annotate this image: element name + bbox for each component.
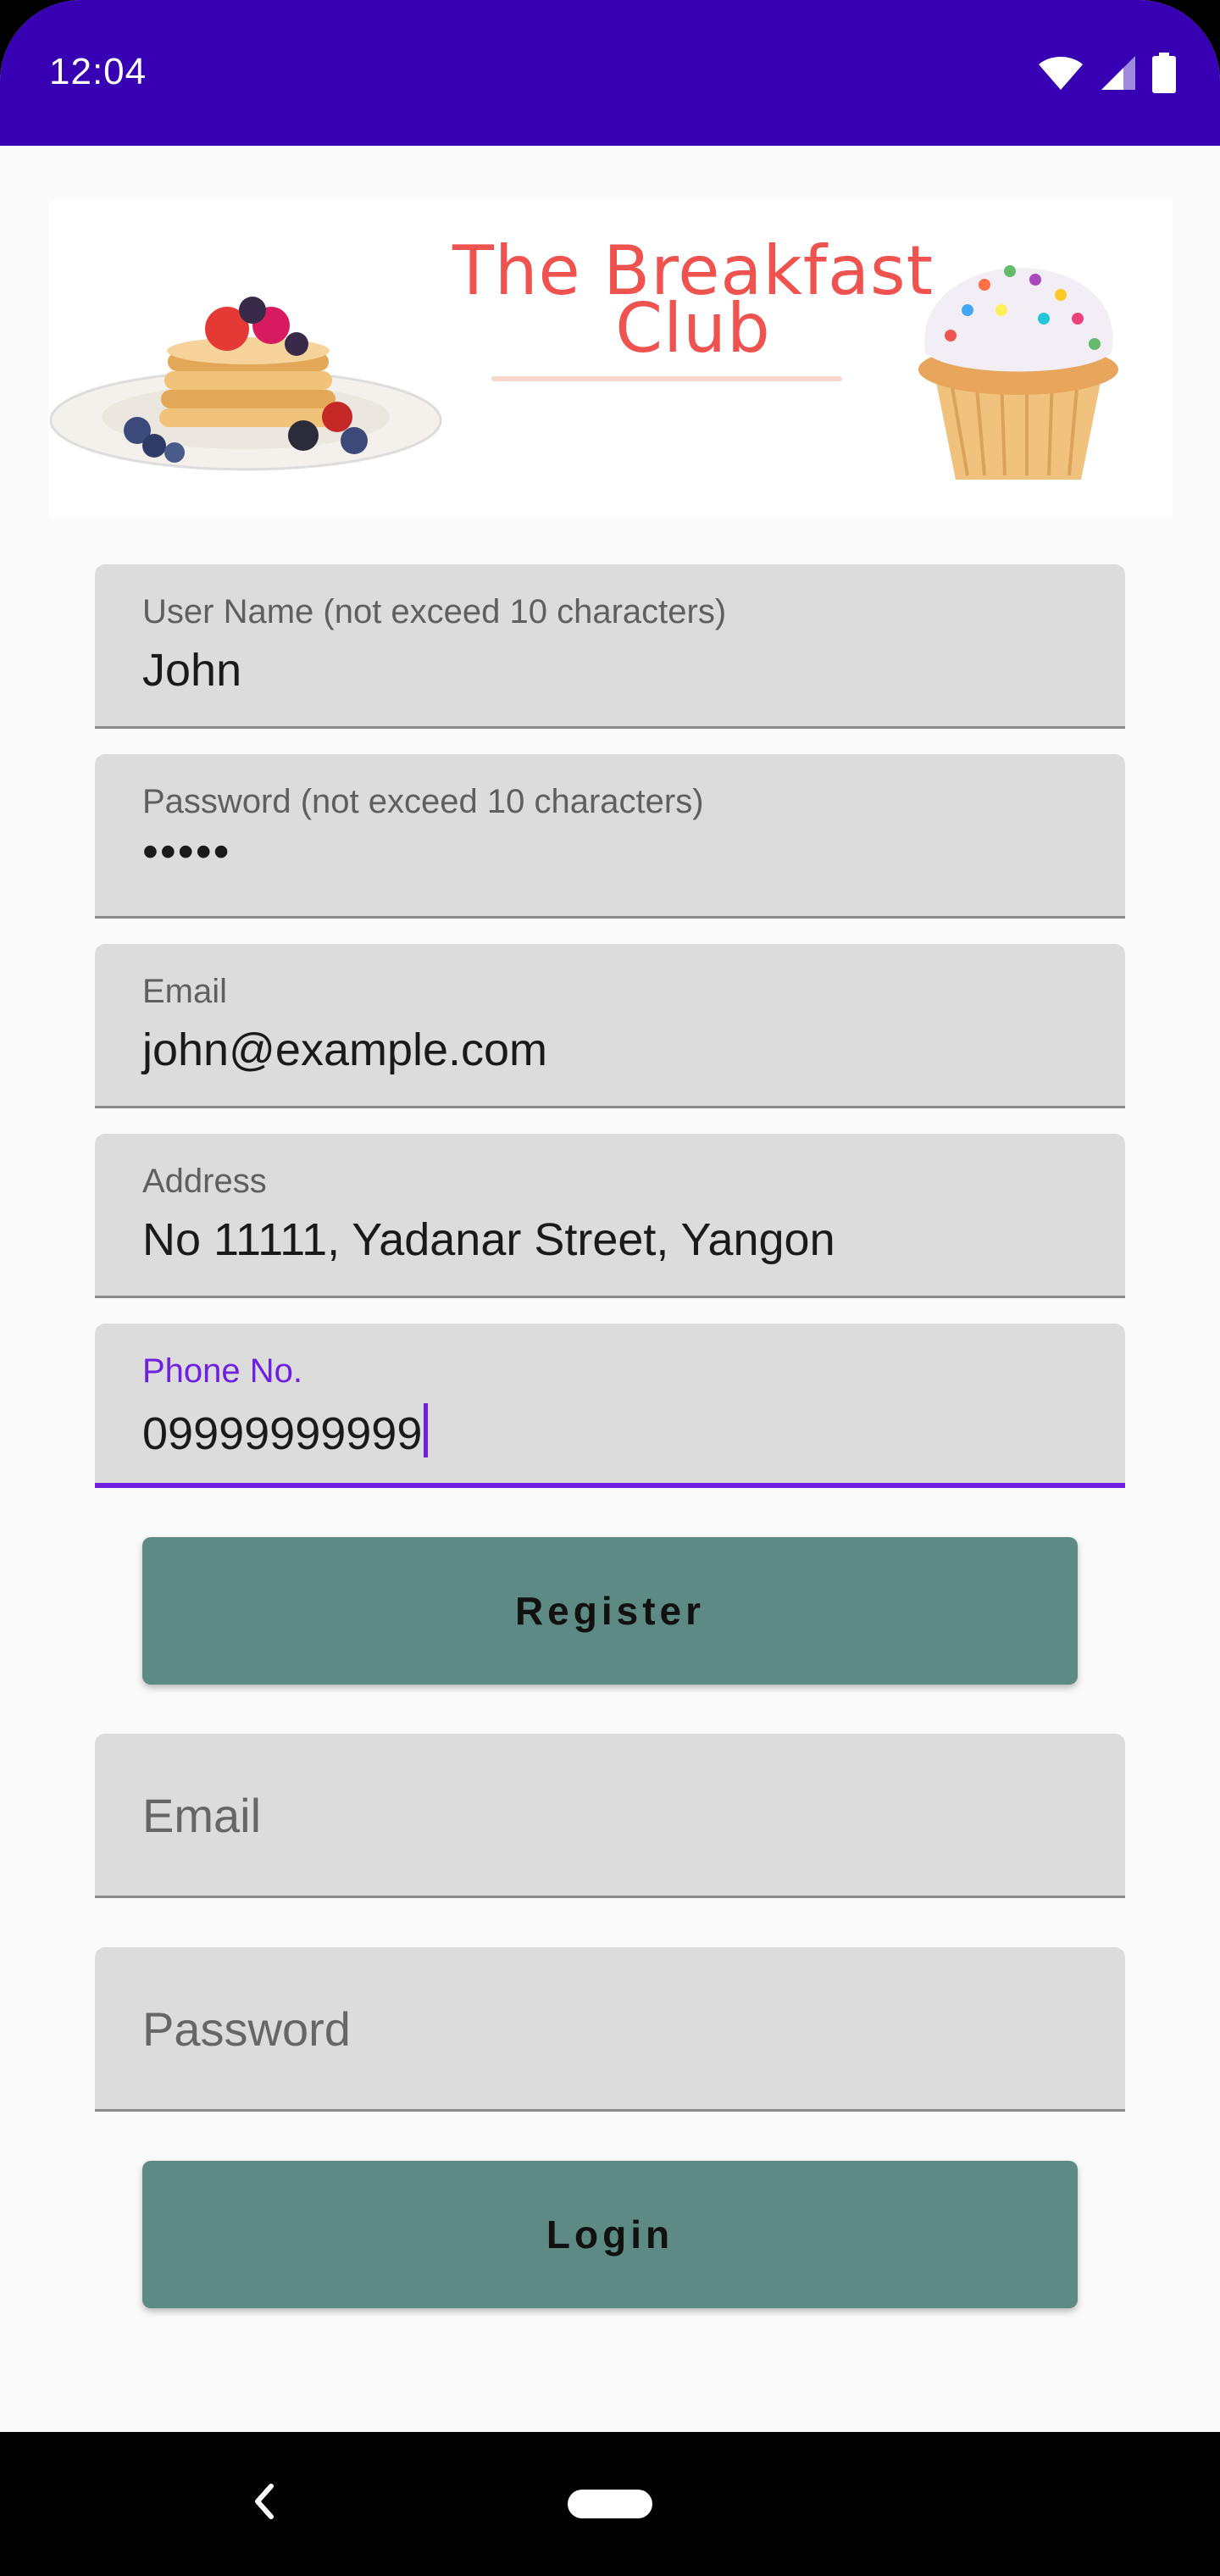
email-label: Email — [142, 973, 228, 1010]
status-icons — [1037, 53, 1176, 93]
battery-icon — [1152, 53, 1176, 93]
phone-field[interactable]: Phone No. 09999999999 — [95, 1324, 1125, 1488]
home-pill-icon[interactable] — [568, 2490, 652, 2518]
address-label: Address — [142, 1163, 267, 1200]
username-field[interactable]: User Name (not exceed 10 characters) Joh… — [95, 564, 1125, 729]
banner-title: The Breakfast Club — [405, 237, 981, 363]
back-icon[interactable] — [246, 2476, 280, 2527]
phone-value-wrapper: 09999999999 — [142, 1403, 429, 1460]
email-value: john@example.com — [142, 1024, 548, 1075]
username-value: John — [142, 645, 242, 696]
status-time: 12:04 — [49, 51, 147, 92]
phone-label: Phone No. — [142, 1352, 303, 1390]
login-button[interactable]: Login — [142, 2161, 1078, 2308]
banner-underline — [491, 376, 842, 381]
register-button[interactable]: Register — [142, 1537, 1078, 1685]
breakfast-club-banner: The Breakfast Club — [49, 200, 1173, 517]
address-value: No 11111, Yadanar Street, Yangon — [142, 1214, 835, 1265]
password-label: Password (not exceed 10 characters) — [142, 783, 704, 820]
cupcake-image — [918, 265, 1118, 480]
password-value: ••••• — [142, 826, 231, 877]
login-password-placeholder: Password — [142, 2002, 351, 2056]
cell-signal-icon — [1101, 56, 1135, 90]
email-field[interactable]: Email john@example.com — [95, 944, 1125, 1108]
text-cursor — [424, 1403, 429, 1457]
login-password-field[interactable]: Password — [95, 1947, 1125, 2112]
username-label: User Name (not exceed 10 characters) — [142, 593, 727, 630]
pancake-stack-image — [49, 297, 442, 471]
address-field[interactable]: Address No 11111, Yadanar Street, Yangon — [95, 1134, 1125, 1298]
phone-value: 09999999999 — [142, 1408, 423, 1459]
login-email-field[interactable]: Email — [95, 1734, 1125, 1898]
wifi-icon — [1039, 57, 1083, 90]
password-field[interactable]: Password (not exceed 10 characters) ••••… — [95, 754, 1125, 919]
app-screen: 12:04 The Breakfast Club User Name (not … — [0, 0, 1220, 2576]
status-bar: 12:04 — [0, 0, 1220, 146]
navigation-bar — [0, 2432, 1220, 2576]
login-email-placeholder: Email — [142, 1789, 262, 1842]
